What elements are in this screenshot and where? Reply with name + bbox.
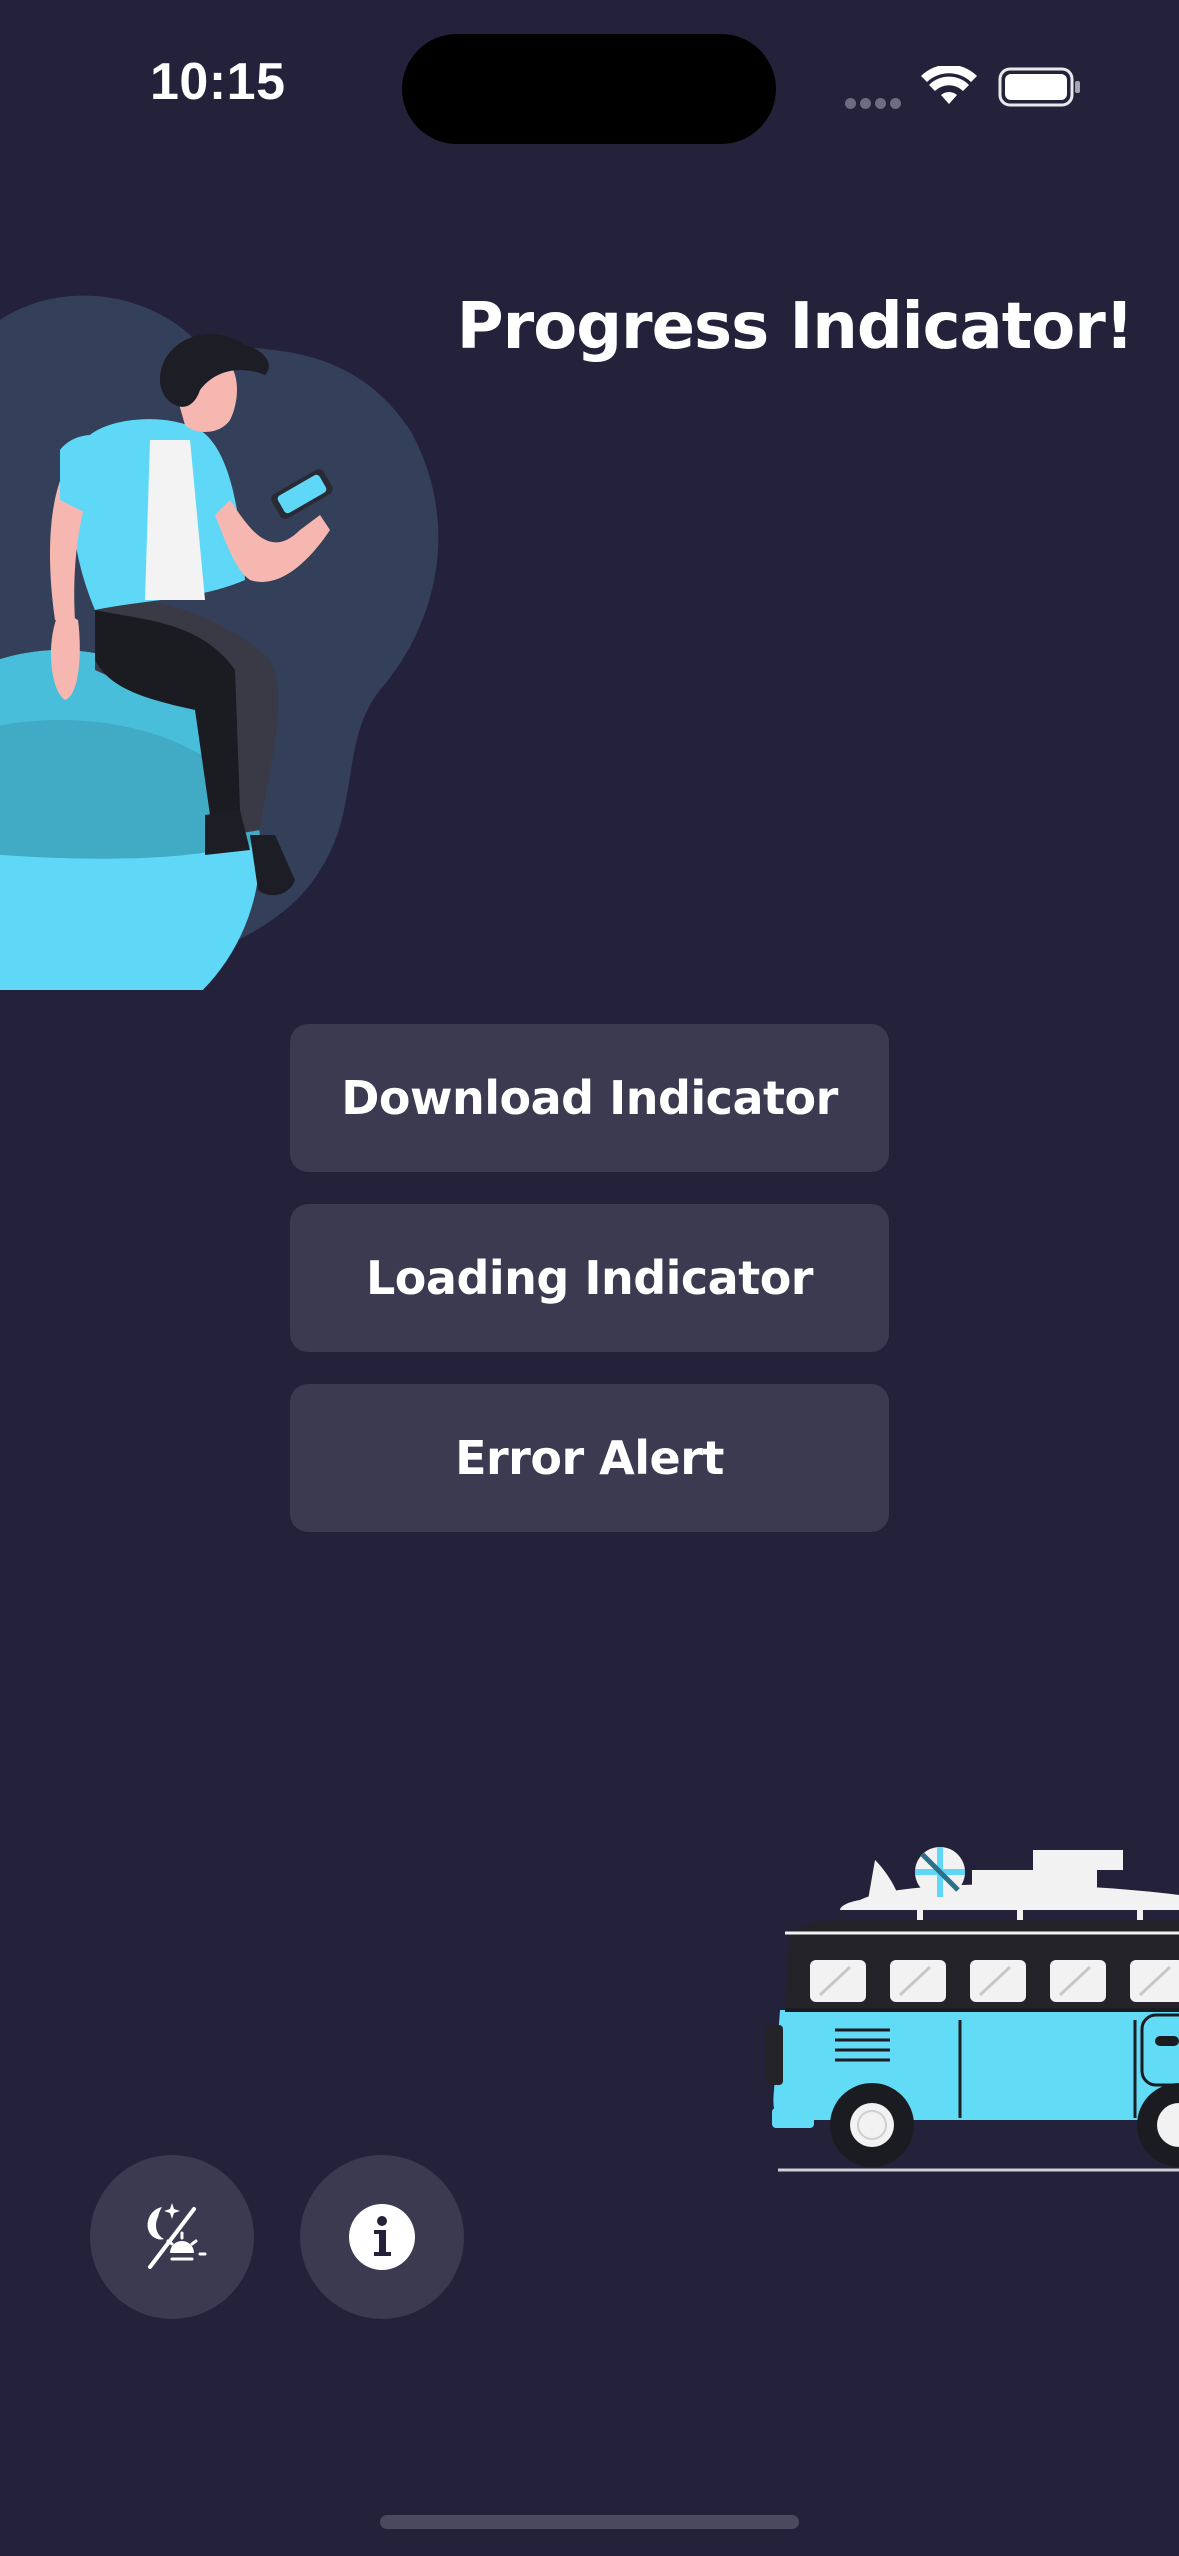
wifi-icon bbox=[921, 66, 977, 104]
status-time: 10:15 bbox=[150, 53, 286, 111]
download-indicator-button[interactable]: Download Indicator bbox=[290, 1024, 889, 1172]
app-screen: 10:15 Progress Indicator! Download Indic… bbox=[0, 0, 1179, 2556]
page-title: Progress Indicator! bbox=[456, 290, 1134, 364]
loading-indicator-button[interactable]: Loading Indicator bbox=[290, 1204, 889, 1352]
dynamic-island bbox=[402, 34, 776, 144]
theme-toggle-button[interactable] bbox=[90, 2155, 254, 2319]
info-icon bbox=[349, 2204, 415, 2270]
error-alert-button[interactable]: Error Alert bbox=[290, 1384, 889, 1532]
home-indicator[interactable] bbox=[380, 2515, 799, 2529]
theme-toggle-icon bbox=[147, 2203, 207, 2269]
battery-icon bbox=[998, 67, 1080, 107]
info-button[interactable] bbox=[300, 2155, 464, 2319]
bus-illustration bbox=[765, 1847, 1179, 2172]
signal-dots-icon bbox=[845, 94, 907, 109]
person-illustration bbox=[0, 295, 439, 990]
